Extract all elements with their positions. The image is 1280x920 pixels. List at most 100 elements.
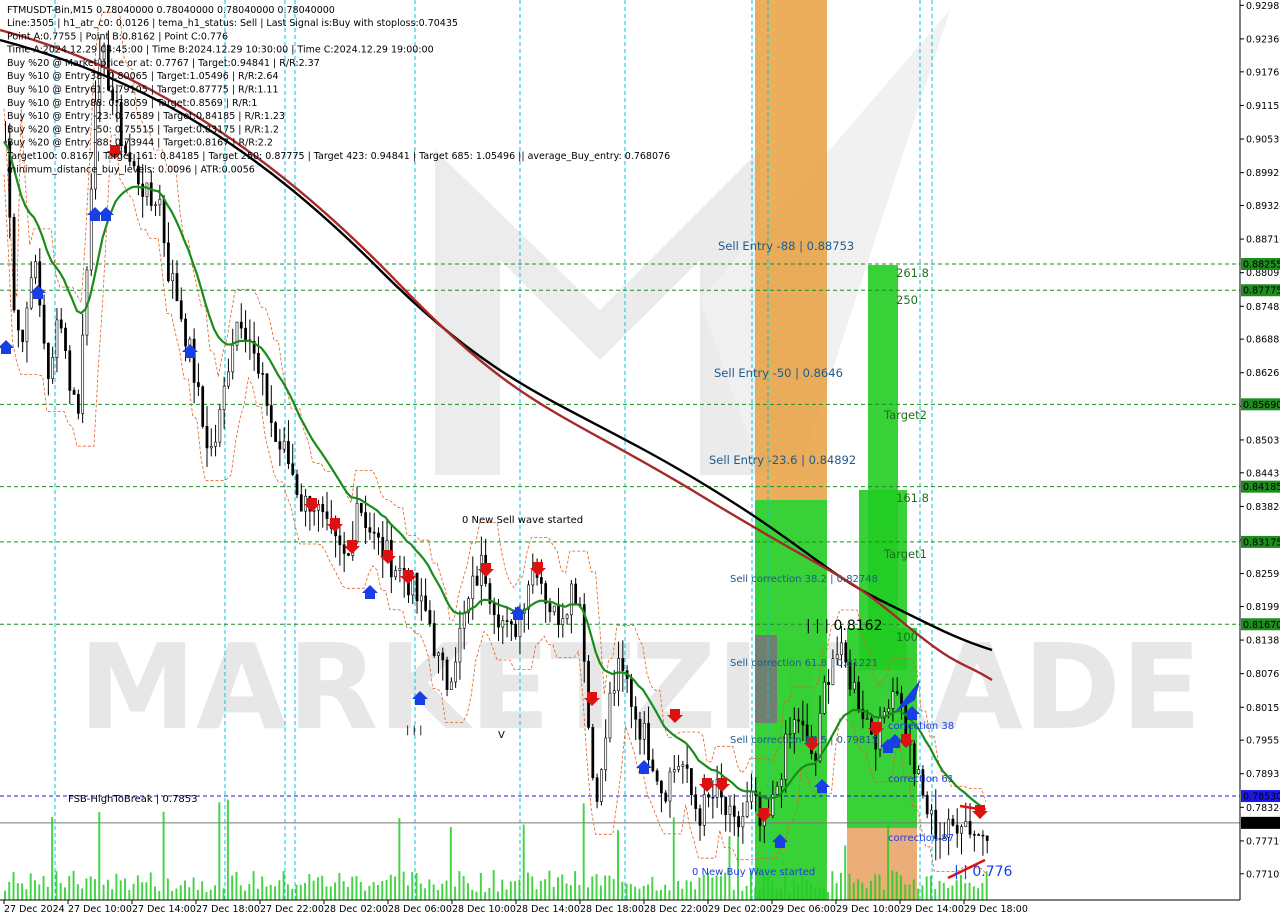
volume-bar (454, 886, 457, 900)
volume-bar (767, 874, 770, 900)
candle-body (184, 318, 187, 347)
candle-body (77, 394, 80, 414)
candle-body (664, 792, 668, 802)
candle-body (458, 627, 462, 663)
candle-body (497, 614, 500, 628)
volume-bar (509, 881, 512, 900)
volume-bar (38, 884, 41, 900)
volume-bar (891, 870, 894, 900)
candle-body (964, 821, 968, 828)
volume-bar (98, 812, 101, 900)
volume-bar (89, 876, 92, 900)
candle-body (299, 494, 303, 512)
info-line: Point A:0.7755 | Point B:0.8162 | Point … (7, 31, 228, 42)
sell-correction-61-label: Sell correction 61.8 | 0.81221 (730, 658, 878, 669)
candle-body (681, 764, 685, 767)
volume-bar (565, 883, 568, 900)
price-tick-label: 0.90539 (1246, 135, 1280, 146)
volume-bar (376, 884, 379, 900)
price-tick-label: 0.89925 (1246, 168, 1280, 179)
volume-bar (346, 887, 349, 900)
volume-bar (12, 872, 15, 900)
volume-bar (21, 883, 24, 900)
volume-bar (252, 871, 255, 900)
volume-bar (188, 887, 191, 900)
candle-body (651, 759, 655, 772)
volume-bar (282, 871, 285, 900)
volume-bar (25, 889, 28, 900)
volume-bar (235, 871, 238, 900)
price-chart[interactable]: MARKETZITRADE Sell Entry -88 | 0.88753 S… (0, 0, 1280, 920)
candle-body (432, 623, 436, 656)
volume-bar (124, 878, 126, 900)
volume-bar (471, 889, 474, 900)
info-line: Line:3505 | h1_atr_c0: 0.0126 | tema_h1_… (7, 18, 458, 29)
volume-bar (617, 830, 619, 900)
volume-bar (655, 890, 658, 900)
volume-bar (839, 872, 842, 900)
candle-body (724, 796, 728, 816)
info-line: Buy %10 @ Entry -23: 0.76589 | Target:0.… (7, 111, 285, 122)
time-tick-label: 29 Dec 10:00 (836, 904, 900, 915)
volume-bar (818, 888, 821, 900)
volume-bar (899, 875, 902, 900)
candle-body (141, 183, 145, 197)
candle-body (930, 809, 933, 815)
volume-bar (419, 883, 422, 900)
volume-bar (424, 888, 427, 900)
candle-body (321, 504, 325, 513)
volume-bar (398, 818, 401, 900)
candle-body (355, 502, 359, 542)
volume-bar (702, 874, 705, 900)
candle-body (972, 833, 976, 836)
candle-body (171, 273, 175, 282)
candle-body (158, 198, 162, 206)
volume-bar (132, 883, 135, 900)
point-b-label: | | | 0.8162 (806, 618, 883, 634)
volume-bar (732, 889, 735, 900)
time-tick-label: 28 Dec 06:00 (388, 904, 452, 915)
volume-bar (771, 880, 774, 900)
candle-body (209, 445, 213, 449)
volume-bar (94, 879, 96, 900)
info-line: Buy %10 @ Entry88: 0.78059 | Target:0.85… (7, 98, 257, 109)
candle-body (415, 572, 419, 602)
volume-bar (64, 887, 66, 900)
volume-bar (342, 881, 345, 900)
candle-body (257, 352, 260, 374)
volume-bar (321, 875, 324, 900)
volume-bar (925, 876, 928, 900)
candle-body (732, 805, 736, 817)
candle-body (775, 786, 779, 795)
price-tick-label: 0.88710 (1246, 235, 1280, 246)
volume-bar (244, 890, 246, 900)
candle-body (437, 652, 440, 656)
volume-bar (402, 871, 405, 900)
volume-bar (912, 879, 915, 900)
volume-bar (964, 883, 967, 900)
volume-bar (55, 871, 58, 900)
volume-bar (544, 879, 547, 900)
candle-body (745, 801, 749, 817)
volume-bar (304, 882, 307, 900)
volume-bar (368, 885, 371, 900)
price-tag-label: 0.78040 (1243, 818, 1280, 829)
volume-bar (497, 891, 499, 900)
price-tick-label: 0.89324 (1246, 201, 1280, 212)
volume-bar (865, 888, 868, 900)
volume-bar (882, 889, 885, 900)
volume-bar (445, 880, 448, 900)
volume-bar (222, 888, 225, 900)
volume-bar (286, 884, 289, 900)
candle-body (711, 796, 715, 799)
candle-body (612, 690, 616, 694)
volume-bar (209, 889, 212, 900)
candle-body (900, 693, 903, 705)
candle-body (197, 382, 200, 388)
candle-body (531, 569, 535, 586)
candle-body (51, 357, 55, 379)
volume-bar (857, 879, 860, 900)
volume-bar (827, 891, 830, 900)
candle-body (55, 319, 59, 358)
volume-bar (608, 875, 611, 900)
